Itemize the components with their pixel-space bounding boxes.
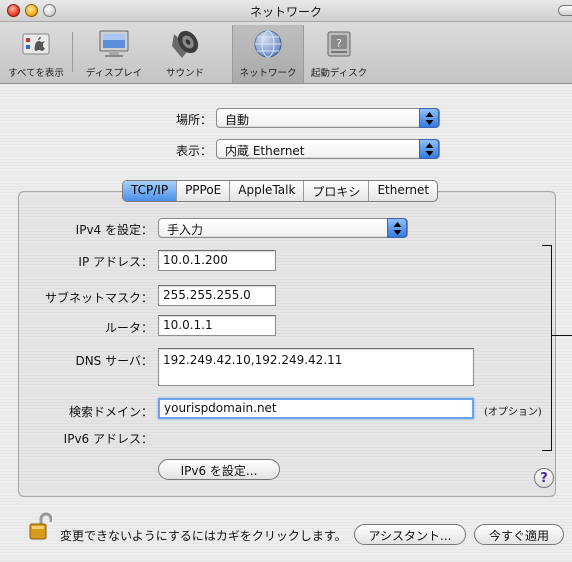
subnet-mask-field[interactable]: 255.255.255.0 <box>158 285 276 306</box>
lock-icon[interactable] <box>28 512 52 542</box>
display-icon <box>99 30 129 57</box>
location-value: 自動 <box>225 113 250 127</box>
hard-disk-icon: ? <box>327 31 351 57</box>
toolbar-sound[interactable]: サウンド <box>156 25 214 83</box>
svg-text:?: ? <box>336 37 342 50</box>
popup-arrows-icon <box>419 139 439 159</box>
ipv6-address-label: IPv6 アドレス： <box>63 432 153 446</box>
lock-instruction-text: 変更できないようにするにはカギをクリックします。 <box>60 529 347 543</box>
router-label: ルータ： <box>104 321 153 335</box>
subnet-mask-label: サブネットマスク： <box>44 291 153 305</box>
apply-now-button[interactable]: 今すぐ適用 <box>474 524 564 545</box>
show-popup[interactable]: 内蔵 Ethernet <box>216 139 440 159</box>
tab-ethernet[interactable]: Ethernet <box>369 181 437 201</box>
tab-proxies[interactable]: プロキシ <box>304 181 370 201</box>
bracket-connector <box>552 335 572 336</box>
ip-address-field[interactable]: 10.0.1.200 <box>158 250 276 271</box>
location-popup[interactable]: 自動 <box>216 108 440 128</box>
tab-bar: TCP/IP PPPoE AppleTalk プロキシ Ethernet <box>122 180 439 202</box>
tab-tcpip[interactable]: TCP/IP <box>123 181 178 201</box>
tab-pppoe[interactable]: PPPoE <box>177 181 231 201</box>
search-domains-label: 検索ドメイン： <box>68 405 153 419</box>
toolbar-show-all[interactable]: すべてを表示 <box>4 25 68 83</box>
toolbar: すべてを表示 ディスプレイ サウンド ネットワーク ? 起動ディスク <box>0 22 572 84</box>
optional-label: (オプション) <box>484 407 542 418</box>
router-field[interactable]: 10.0.1.1 <box>158 315 276 336</box>
search-domains-field[interactable]: yourispdomain.net <box>158 398 474 419</box>
speaker-icon <box>172 30 199 58</box>
configure-ipv4-value: 手入力 <box>167 223 204 237</box>
toolbar-separator <box>72 32 73 72</box>
popup-arrows-icon <box>387 218 407 238</box>
window-title: ネットワーク <box>249 5 322 19</box>
location-label: 場所： <box>175 113 212 127</box>
dns-servers-label: DNS サーバ： <box>75 354 153 368</box>
title-bar: ネットワーク <box>0 0 572 22</box>
configure-ipv6-button[interactable]: IPv6 を設定... <box>158 459 280 480</box>
configure-ipv4-label: IPv4 を設定： <box>75 223 153 237</box>
toolbar-network[interactable]: ネットワーク <box>232 25 304 83</box>
dns-bracket <box>542 245 552 451</box>
toolbar-toggle-button[interactable] <box>558 5 572 16</box>
toolbar-startup-disk[interactable]: ? 起動ディスク <box>306 25 372 83</box>
apple-grid-icon <box>22 33 50 55</box>
configure-ipv4-popup[interactable]: 手入力 <box>158 218 408 238</box>
show-label: 表示： <box>175 144 212 158</box>
assistant-button[interactable]: アシスタント... <box>354 524 466 545</box>
show-value: 内蔵 Ethernet <box>225 144 305 158</box>
popup-arrows-icon <box>419 108 439 128</box>
dns-servers-field[interactable]: 192.249.42.10,192.249.42.11 <box>158 348 474 386</box>
network-preferences-window: ネットワーク すべてを表示 ディスプレイ サウンド ネットワーク ? 起動ディス… <box>0 0 572 562</box>
tab-appletalk[interactable]: AppleTalk <box>230 181 305 201</box>
toolbar-display[interactable]: ディスプレイ <box>78 25 150 83</box>
network-globe-icon <box>254 30 282 58</box>
help-button[interactable]: ? <box>534 468 554 488</box>
ip-address-label: IP アドレス： <box>78 255 153 269</box>
